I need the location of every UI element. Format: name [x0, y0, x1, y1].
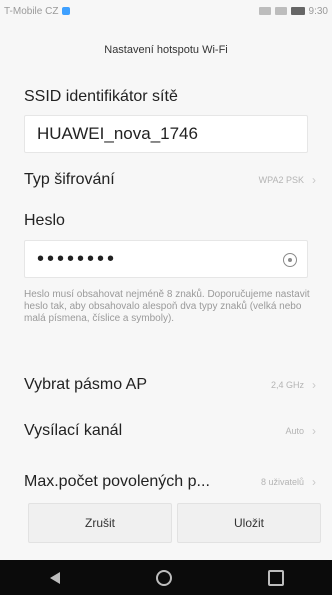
- chevron-right-icon: ›: [312, 475, 316, 489]
- ssid-input[interactable]: HUAWEI_nova_1746: [24, 115, 308, 153]
- cancel-button[interactable]: Zrušit: [28, 503, 172, 543]
- max-users-label: Max.počet povolených p...: [24, 473, 210, 490]
- back-icon[interactable]: [48, 571, 60, 585]
- status-right: 9:30: [258, 5, 328, 17]
- channel-value: Auto: [285, 426, 304, 436]
- band-right: 2,4 GHz ›: [271, 378, 316, 392]
- max-users-right: 8 uživatelů ›: [261, 475, 316, 489]
- save-button[interactable]: Uložit: [177, 503, 321, 543]
- password-masked: ••••••••: [37, 247, 118, 270]
- ssid-label: SSID identifikátor sítě: [24, 88, 178, 105]
- system-navbar: [0, 560, 332, 595]
- encryption-label: Typ šifrování: [24, 171, 115, 188]
- battery-icon: [290, 7, 305, 15]
- band-value: 2,4 GHz: [270, 380, 304, 390]
- cancel-label: Zrušit: [85, 516, 115, 530]
- encryption-value: WPA2 PSK: [258, 175, 304, 185]
- chevron-right-icon: ›: [312, 378, 316, 392]
- signal-icon: [274, 7, 287, 15]
- max-users-row[interactable]: Max.počet povolených p... 8 uživatelů ›: [24, 465, 316, 499]
- notification-icon: [62, 7, 71, 15]
- password-help-text: Heslo musí obsahovat nejméně 8 znaků. Do…: [24, 289, 310, 324]
- sim-icon: [258, 7, 271, 15]
- eye-icon[interactable]: [283, 253, 297, 267]
- save-label: Uložit: [233, 516, 264, 530]
- clock-time: 9:30: [308, 5, 328, 17]
- band-row[interactable]: Vybrat pásmo AP 2,4 GHz ›: [24, 368, 316, 402]
- status-bar: T-Mobile CZ 9:30: [0, 0, 332, 22]
- recent-apps-icon[interactable]: [268, 569, 284, 586]
- band-label: Vybrat pásmo AP: [24, 376, 148, 393]
- channel-row[interactable]: Vysílací kanál Auto ›: [24, 414, 316, 448]
- chevron-right-icon: ›: [312, 173, 316, 187]
- status-left: T-Mobile CZ: [4, 5, 71, 17]
- channel-label: Vysílací kanál: [24, 422, 123, 439]
- home-icon[interactable]: [156, 569, 172, 586]
- carrier-name: T-Mobile CZ: [4, 5, 59, 17]
- password-input[interactable]: ••••••••: [24, 240, 308, 278]
- password-label: Heslo: [24, 212, 65, 229]
- ssid-value: HUAWEI_nova_1746: [37, 124, 198, 143]
- encryption-right: WPA2 PSK ›: [259, 173, 316, 187]
- max-users-value: 8 uživatelů: [260, 477, 304, 487]
- channel-right: Auto ›: [285, 424, 316, 438]
- page-title: Nastavení hotspotu Wi‑Fi: [104, 44, 228, 56]
- encryption-row[interactable]: Typ šifrování WPA2 PSK ›: [24, 163, 316, 197]
- chevron-right-icon: ›: [312, 424, 316, 438]
